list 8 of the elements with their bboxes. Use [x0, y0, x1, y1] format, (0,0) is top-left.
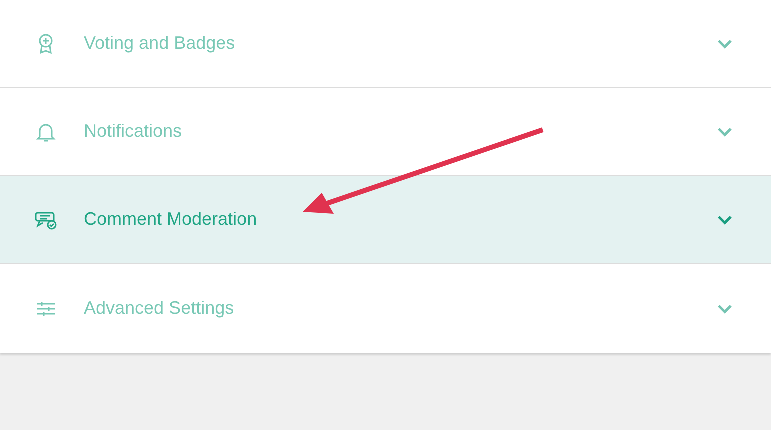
- chevron-down-icon: [717, 39, 733, 50]
- chevron-down-icon: [717, 215, 733, 226]
- chevron-down-icon: [717, 304, 733, 314]
- accordion-header[interactable]: Advanced Settings: [0, 264, 771, 353]
- accordion-header[interactable]: Voting and Badges: [0, 0, 771, 88]
- accordion-header[interactable]: Notifications: [0, 88, 771, 176]
- accordion-header[interactable]: Comment Moderation: [0, 176, 771, 264]
- chevron-down-icon: [717, 127, 733, 138]
